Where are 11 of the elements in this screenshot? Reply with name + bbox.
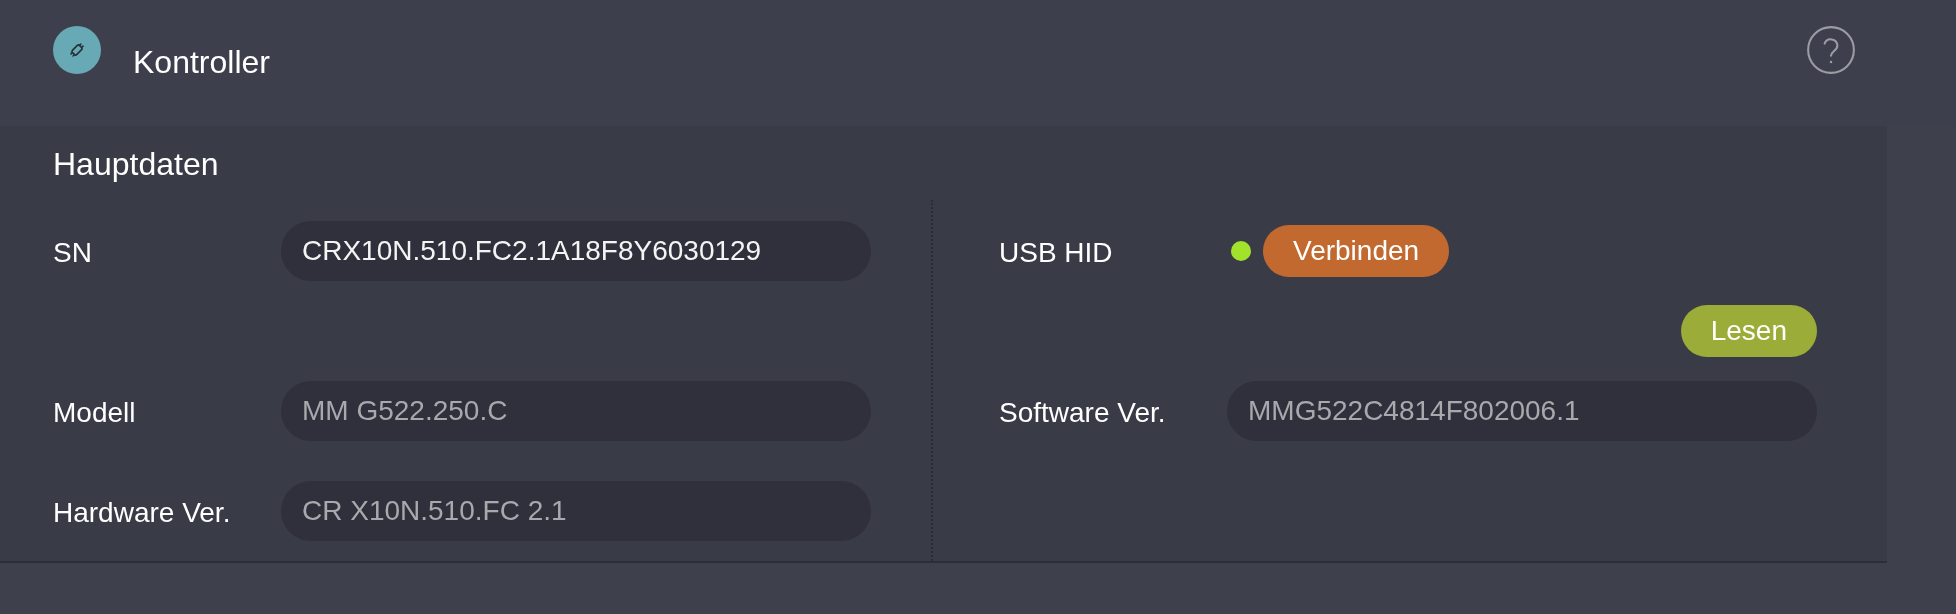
help-icon[interactable] (1807, 26, 1855, 74)
chip-icon (53, 26, 101, 74)
field-label: SN (53, 235, 92, 269)
connect-button[interactable]: Verbinden (1263, 225, 1450, 277)
connection-label: USB HID (999, 235, 1113, 269)
field-label: Software Ver. (999, 395, 1166, 429)
page-title: Kontroller (133, 44, 271, 81)
field-label: Hardware Ver. (53, 495, 231, 529)
field-label: Modell (53, 395, 136, 429)
section-title: Hauptdaten (53, 146, 220, 183)
text-field[interactable]: CRX10N.510.FC2.1A18F8Y6030129 (281, 221, 871, 281)
